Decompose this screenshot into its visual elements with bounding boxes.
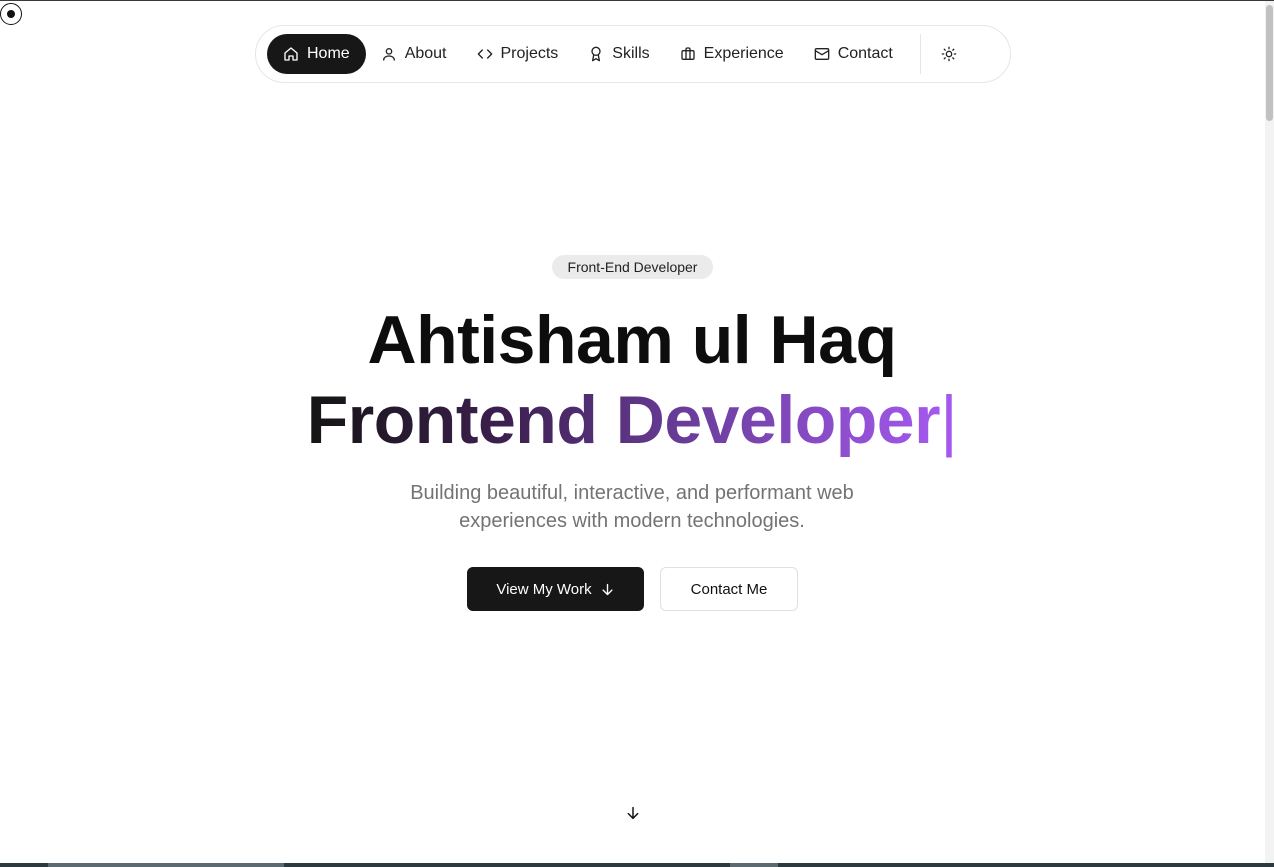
window-top-border (0, 0, 1274, 1)
contact-me-label: Contact Me (690, 580, 768, 598)
role-badge: Front-End Developer (552, 255, 713, 279)
award-icon (591, 46, 601, 62)
contact-me-button[interactable]: Contact Me (660, 567, 798, 611)
briefcase-icon (680, 47, 695, 60)
view-my-work-label: View My Work (496, 580, 592, 598)
hero-subtitle: Building beautiful, interactive, and per… (0, 479, 1264, 535)
arrow-down-icon (602, 583, 613, 595)
nav-item-label: Projects (500, 45, 559, 62)
view-my-work-button[interactable]: View My Work (467, 567, 644, 611)
taskbar-segment (48, 863, 284, 867)
nav-item-skills[interactable]: Skills (573, 34, 664, 74)
hero-subtitle-line: Building beautiful, interactive, and per… (410, 482, 854, 504)
nav-item-label: About (404, 45, 447, 62)
taskbar-segment (730, 863, 778, 867)
top-navigation: Home About Projects Skills Experience Co… (255, 25, 1011, 83)
nav-item-projects[interactable]: Projects (462, 34, 574, 74)
hero-role-text: Frontend Developer (306, 382, 941, 458)
nav-item-label: Skills (612, 45, 650, 62)
scrollbar-thumb[interactable] (1266, 5, 1273, 121)
hero-subtitle-line: experiences with modern technologies. (459, 510, 805, 532)
nav-item-experience[interactable]: Experience (665, 34, 799, 74)
nav-item-contact[interactable]: Contact (799, 34, 908, 74)
custom-cursor-icon (0, 3, 22, 25)
theme-toggle-button[interactable] (929, 34, 969, 74)
nav-item-home[interactable]: Home (267, 34, 366, 74)
user-icon (382, 48, 395, 61)
code-icon (477, 49, 492, 59)
home-icon (284, 47, 298, 61)
nav-divider (919, 34, 921, 74)
nav-item-about[interactable]: About (366, 34, 462, 74)
sun-icon (941, 46, 957, 62)
nav-item-label: Experience (703, 45, 784, 62)
nav-item-label: Home (307, 45, 350, 62)
nav-item-label: Contact (837, 45, 893, 62)
hero-role-heading: Frontend Developer| (0, 380, 1264, 460)
page-scrollbar[interactable] (1265, 1, 1274, 863)
taskbar-edge (0, 863, 1274, 867)
mail-icon (814, 48, 830, 60)
typing-caret: | (940, 382, 958, 458)
scroll-down-arrow-icon[interactable] (625, 805, 641, 821)
hero-name-heading: Ahtisham ul Haq (367, 302, 898, 378)
